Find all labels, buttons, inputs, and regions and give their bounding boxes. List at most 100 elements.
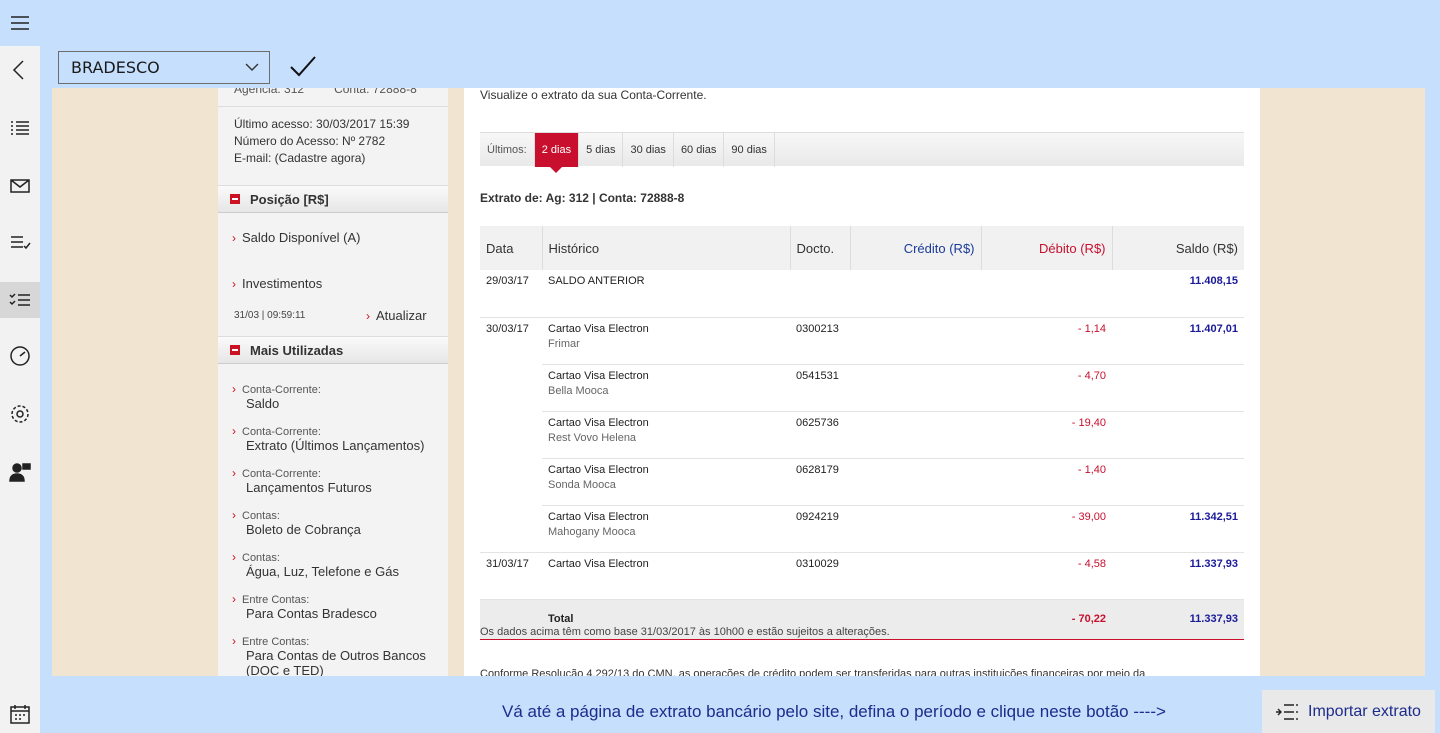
cell-debito: - 19,40: [981, 411, 1112, 459]
bank-dropdown[interactable]: BRADESCO: [58, 51, 270, 84]
cell-merchant: Bella Mooca: [548, 384, 609, 397]
cell-historico: Cartao Visa Electron: [548, 322, 649, 335]
cell-saldo: 11.407,01: [1112, 317, 1244, 365]
import-statement-button[interactable]: Importar extrato: [1262, 690, 1435, 733]
cell-credito: [850, 505, 981, 553]
cell-docto: 0300213: [790, 317, 850, 365]
cell-debito: [981, 270, 1112, 318]
cell-saldo: [1112, 364, 1244, 412]
list-icon[interactable]: [0, 110, 40, 146]
cell-debito: - 1,40: [981, 458, 1112, 506]
import-statement-label: Importar extrato: [1308, 702, 1421, 720]
footer-bar: Vá até a página de extrato bancário pelo…: [40, 676, 1440, 733]
user-icon[interactable]: [0, 454, 40, 490]
mu-item[interactable]: › Contas: Água, Luz, Telefone e Gás: [232, 550, 442, 579]
cell-data: [480, 411, 542, 458]
cell-credito: [850, 317, 981, 365]
mu-item[interactable]: › Entre Contas: Para Contas de Outros Banc…: [232, 634, 442, 676]
cell-saldo: [1112, 411, 1244, 459]
nav-rail: [0, 0, 40, 733]
tab-60-dias[interactable]: 60 dias: [674, 132, 725, 167]
cell-historico: Cartao Visa Electron: [548, 510, 649, 523]
cell-credito: [850, 552, 981, 600]
intro-text: Visualize o extrato da sua Conta-Corrent…: [480, 88, 707, 102]
cell-debito: - 39,00: [981, 505, 1112, 553]
tabs-label: Últimos:: [480, 132, 535, 167]
cell-historico: Cartao Visa Electron: [548, 463, 649, 476]
table-row: Cartao Visa Electron Sonda Mooca 0628179 …: [480, 458, 1244, 506]
cell-debito: - 4,70: [981, 364, 1112, 412]
account-title: Extrato de: Ag: 312 | Conta: 72888-8: [480, 191, 685, 205]
col-docto: Docto.: [790, 226, 851, 270]
cell-debito: - 4,58: [981, 552, 1112, 600]
table-row: 29/03/17 SALDO ANTERIOR 11.408,15: [480, 270, 1244, 318]
access-number: Número do Acesso: Nº 2782: [234, 134, 386, 148]
cell-docto: 0924219: [790, 505, 850, 553]
gear-icon[interactable]: [0, 396, 40, 432]
col-saldo: Saldo (R$): [1112, 226, 1244, 270]
mu-item[interactable]: › Contas: Boleto de Cobrança: [232, 508, 442, 537]
cell-saldo: [1112, 458, 1244, 506]
cell-docto: 0628179: [790, 458, 850, 506]
tab-30-dias[interactable]: 30 dias: [623, 132, 674, 167]
import-hint: Vá até a página de extrato bancário pelo…: [502, 702, 1166, 721]
checked-list-icon[interactable]: [0, 282, 40, 318]
email-link[interactable]: E-mail: (Cadastre agora): [234, 150, 409, 167]
cell-historico: Cartao Visa Electron: [548, 416, 649, 429]
agency-info: Agência: 312 Conta: 72888-8: [234, 88, 417, 96]
tab-5-dias[interactable]: 5 dias: [579, 132, 624, 167]
mu-item[interactable]: › Conta-Corrente: Saldo: [232, 382, 442, 411]
chevron-down-icon: [245, 63, 259, 71]
collapse-icon: [230, 345, 240, 355]
mail-icon[interactable]: [0, 168, 40, 204]
tab-90-dias[interactable]: 90 dias: [724, 132, 775, 167]
col-historico: Histórico: [542, 226, 791, 270]
cell-docto: [790, 270, 850, 318]
cell-docto: 0625736: [790, 411, 850, 459]
checklist-icon[interactable]: [0, 224, 40, 260]
table-row: 31/03/17 Cartao Visa Electron 0310029 - …: [480, 552, 1244, 600]
last-access: Último acesso: 30/03/2017 15:39: [234, 117, 410, 131]
cell-merchant: Mahogany Mooca: [548, 525, 636, 538]
speedometer-icon[interactable]: [0, 338, 40, 374]
investimentos-link[interactable]: › Investimentos: [232, 276, 322, 291]
posicao-header[interactable]: Posição [R$]: [218, 185, 448, 213]
calendar-icon[interactable]: [0, 696, 40, 732]
cell-saldo: 11.408,15: [1112, 270, 1244, 318]
total-debito: - 70,22: [981, 599, 1112, 640]
cell-credito: [850, 270, 981, 318]
col-data: Data: [480, 226, 543, 270]
mu-item[interactable]: › Entre Contas: Para Contas Bradesco: [232, 592, 442, 621]
mais-utilizadas-header[interactable]: Mais Utilizadas: [218, 336, 448, 364]
hamburger-menu-icon[interactable]: [0, 5, 40, 41]
cell-docto: 0310029: [790, 552, 850, 600]
resolution-text: Conforme Resolução 4.292/13 do CMN, as o…: [480, 668, 1146, 676]
period-tabs: Últimos: 2 dias 5 dias 30 dias 60 dias 9…: [480, 132, 1244, 173]
cell-merchant: Rest Vovo Helena: [548, 431, 637, 444]
import-list-icon: [1276, 703, 1298, 720]
cell-data: [480, 458, 542, 505]
cell-data: [480, 505, 542, 553]
table-row: 30/03/17 Cartao Visa Electron Frimar 0300…: [480, 317, 1244, 365]
mu-item[interactable]: › Conta-Corrente: Extrato (Últimos Lançame…: [232, 424, 442, 453]
atualizar-link[interactable]: › Atualizar: [366, 308, 427, 323]
statement-content: Visualize o extrato da sua Conta-Corrent…: [464, 88, 1260, 676]
tab-2-dias[interactable]: 2 dias: [534, 132, 580, 173]
cell-docto: 0541531: [790, 364, 850, 412]
saldo-disponivel-link[interactable]: › Saldo Disponível (A): [232, 230, 361, 245]
col-debito: Débito (R$): [981, 226, 1113, 270]
cell-data: 31/03/17: [480, 552, 542, 600]
cell-saldo: 11.337,93: [1112, 552, 1244, 600]
cell-debito: - 1,14: [981, 317, 1112, 365]
cell-historico: Cartao Visa Electron: [542, 552, 790, 600]
disclaimer-note: Os dados acima têm como base 31/03/2017 …: [480, 626, 890, 638]
update-timestamp: 31/03 | 09:59:11: [234, 310, 306, 321]
col-credito: Crédito (R$): [850, 226, 982, 270]
cell-saldo: 11.342,51: [1112, 505, 1244, 553]
confirm-check-icon[interactable]: [288, 52, 318, 82]
back-arrow-icon[interactable]: [0, 52, 40, 88]
cell-credito: [850, 411, 981, 459]
bank-dropdown-value: BRADESCO: [71, 58, 160, 77]
mu-item[interactable]: › Conta-Corrente: Lançamentos Futuros: [232, 466, 442, 495]
cell-historico: SALDO ANTERIOR: [542, 270, 790, 318]
